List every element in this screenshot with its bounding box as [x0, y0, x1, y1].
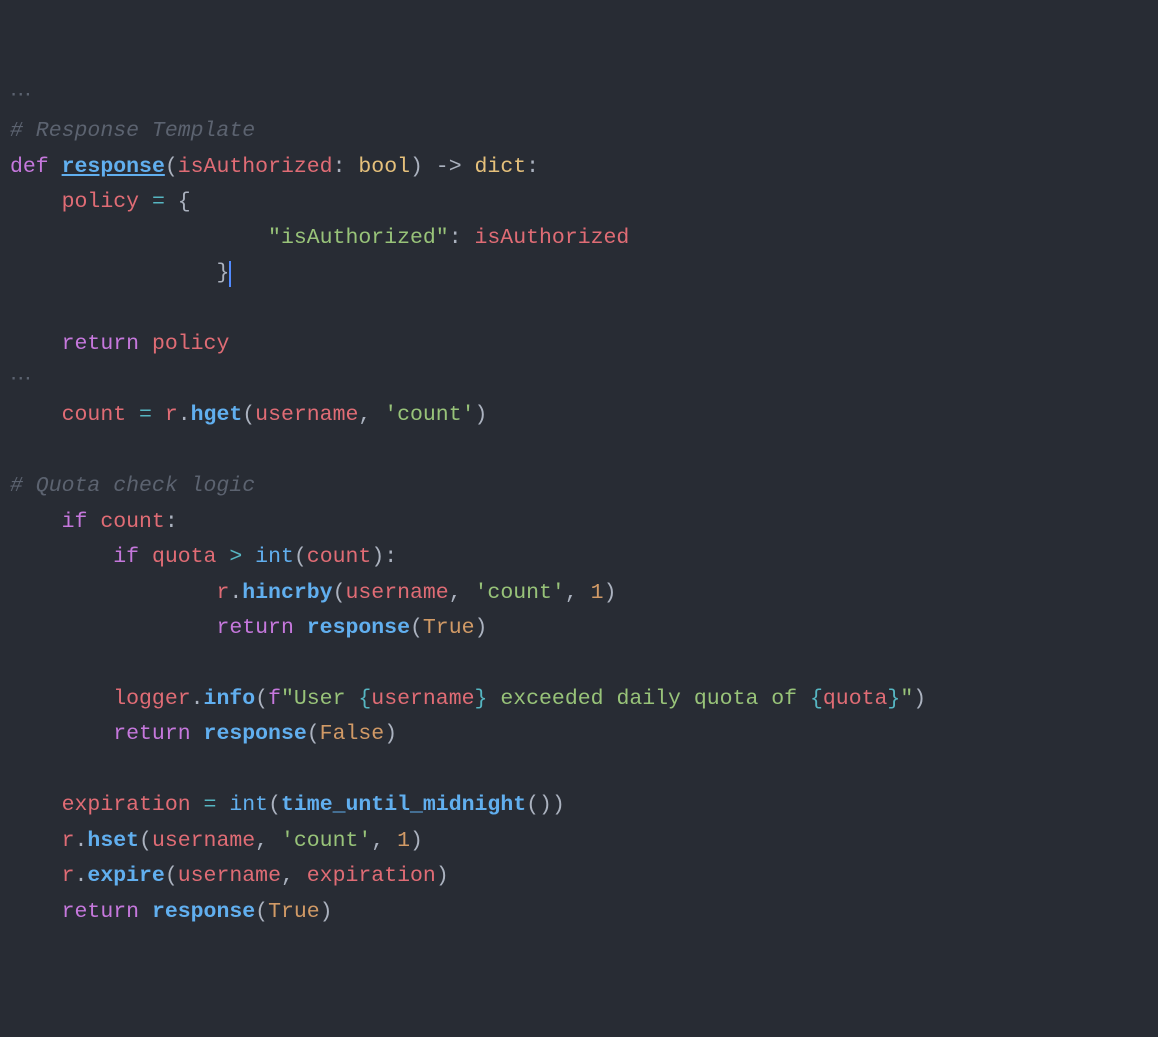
method-call: hget [191, 403, 243, 427]
boolean: True [423, 616, 475, 640]
operator: = [152, 190, 165, 214]
keyword-if: if [62, 510, 88, 534]
type-annotation: bool [358, 155, 410, 179]
function-call: time_until_midnight [281, 793, 526, 817]
text-cursor [229, 261, 231, 287]
string-key: "isAuthorized" [268, 226, 449, 250]
comment: # Response Template [10, 119, 255, 143]
fold-indicator[interactable]: ⋯ [10, 368, 32, 392]
string: 'count' [384, 403, 474, 427]
operator: > [229, 545, 242, 569]
variable: isAuthorized [475, 226, 630, 250]
keyword-return: return [62, 332, 139, 356]
variable: count [62, 403, 127, 427]
keyword-def: def [10, 155, 49, 179]
number: 1 [591, 581, 604, 605]
function-name: response [62, 155, 165, 179]
code-editor[interactable]: ⋯ # Response Template def response(isAut… [10, 79, 1148, 930]
builtin-function: int [255, 545, 294, 569]
function-call: response [307, 616, 410, 640]
variable: policy [152, 332, 229, 356]
variable: policy [62, 190, 139, 214]
method-call: hincrby [242, 581, 332, 605]
parameter: isAuthorized [178, 155, 333, 179]
fold-indicator[interactable]: ⋯ [10, 84, 32, 108]
comment: # Quota check logic [10, 474, 255, 498]
method-call: info [204, 687, 256, 711]
type-annotation: dict [475, 155, 527, 179]
